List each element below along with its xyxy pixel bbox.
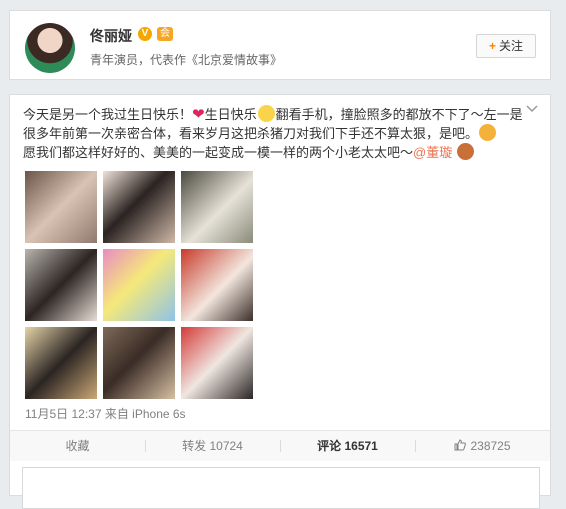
profile-card: 佟丽娅 V 会 青年演员，代表作《北京爱情故事》 + 关注 [9,10,551,80]
timestamp[interactable]: 11月5日 12:37 [25,407,102,421]
photo[interactable] [181,327,253,399]
post-meta: 11月5日 12:37 来自 iPhone 6s [25,405,186,422]
avatar[interactable] [25,23,75,73]
profile-description: 青年演员，代表作《北京爱情故事》 [90,53,283,67]
vip-icon: 会 [157,27,173,41]
heart-icon: ❤ [192,106,205,123]
profile-name[interactable]: 佟丽娅 [90,26,132,46]
photo[interactable] [103,327,175,399]
favorite-button[interactable]: 收藏 [10,431,145,461]
emoji-icon [257,105,275,122]
verified-icon: V [138,27,152,41]
cake-icon [456,143,474,160]
post-text-part: 生日快乐 [204,107,257,122]
comment-label: 评论 [317,439,342,453]
like-button[interactable]: 238725 [415,431,550,461]
like-count: 238725 [470,439,511,453]
follow-label: 关注 [499,39,524,53]
emoji-icon [479,124,497,141]
post-text-part: 今天是另一个我过生日快乐！ [23,107,193,122]
follow-button[interactable]: + 关注 [476,34,536,58]
photo[interactable] [181,171,253,243]
photo[interactable] [103,171,175,243]
photo[interactable] [25,327,97,399]
comment-input[interactable] [22,467,540,509]
thumbs-up-icon [454,439,467,451]
source: 来自 iPhone 6s [104,407,186,421]
action-bar: 收藏 转发 10724 评论 16571 238725 [10,430,550,461]
comment-count: 16571 [344,439,378,453]
post-text: 今天是另一个我过生日快乐！❤生日快乐 翻看手机，撞脸照多的都放不下了～左一是很多年… [23,105,533,162]
comment-button[interactable]: 评论 16571 [280,431,415,461]
photo[interactable] [181,249,253,321]
post-text-part: 愿我们都这样好好的、美美的一起变成一模一样的两个小老太太吧～ [23,145,414,160]
photo-grid [25,171,253,399]
photo[interactable] [25,249,97,321]
repost-button[interactable]: 转发 10724 [145,431,280,461]
photo[interactable] [103,249,175,321]
photo[interactable] [25,171,97,243]
post-card: 今天是另一个我过生日快乐！❤生日快乐 翻看手机，撞脸照多的都放不下了～左一是很多年… [9,94,551,509]
plus-icon: + [488,39,496,53]
mention-link[interactable]: @董璇 [413,145,452,160]
